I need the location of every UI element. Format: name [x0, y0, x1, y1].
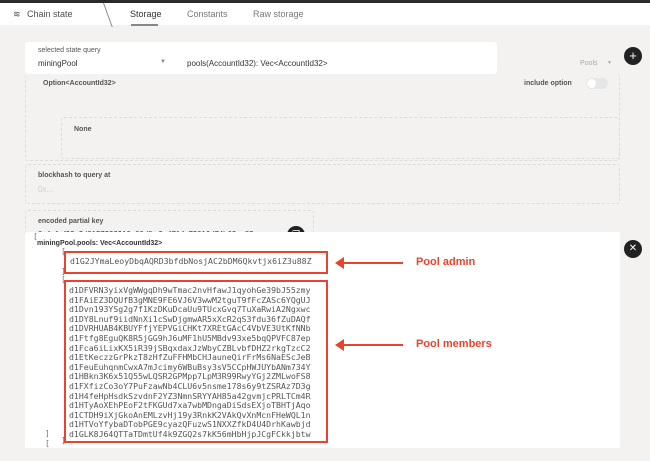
option-label: Option<AccountId32> [43, 80, 116, 87]
tab-raw-storage[interactable]: Raw storage [253, 9, 304, 19]
chevron-down-icon[interactable]: ▼ [607, 60, 612, 66]
query-label: selected state query [38, 47, 101, 54]
encoded-key-label: encoded partial key [38, 218, 104, 225]
method-select[interactable]: pools(AccountId32): Vec<AccountId32> [187, 59, 328, 68]
add-query-button[interactable]: + [624, 47, 642, 65]
remove-query-button[interactable]: ✕ [624, 240, 642, 258]
tab-storage[interactable]: Storage [130, 9, 162, 19]
plus-icon: + [629, 48, 637, 63]
close-icon: ✕ [628, 243, 638, 254]
active-tab-indicator [131, 24, 158, 26]
option-value: None [74, 126, 92, 133]
pool-members-annotation: Pool members [416, 338, 492, 350]
arrow-left-icon [335, 257, 403, 269]
state-query-selector: selected state query miningPool ▼ pools(… [25, 42, 612, 74]
admin-highlight-box [64, 251, 328, 274]
chevron-down-icon[interactable]: ▼ [160, 59, 166, 65]
option-param: Option<AccountId32> include option None [25, 74, 620, 161]
include-option-label: include option [524, 80, 572, 87]
method-doc-area [555, 58, 583, 70]
blockhash-field[interactable]: blockhash to query at 0x... [25, 164, 620, 204]
blockhash-label: blockhash to query at [38, 172, 111, 179]
result-title: miningPool.pools: Vec<AccountId32> [37, 240, 163, 247]
module-select[interactable]: miningPool [38, 59, 78, 68]
breadcrumb-separator [94, 3, 113, 27]
arrow-left-icon [335, 339, 403, 351]
option-value-field[interactable]: None [61, 117, 620, 159]
section-title: Chain state [27, 9, 73, 19]
pool-admin-annotation: Pool admin [416, 256, 476, 268]
include-option-toggle[interactable] [586, 78, 608, 89]
tab-constants[interactable]: Constants [187, 9, 228, 19]
blockhash-input[interactable]: 0x... [38, 185, 53, 194]
members-highlight-box [64, 280, 328, 443]
database-icon: ≋ [13, 9, 21, 19]
header: ≋ Chain state Storage Constants Raw stor… [0, 3, 650, 27]
